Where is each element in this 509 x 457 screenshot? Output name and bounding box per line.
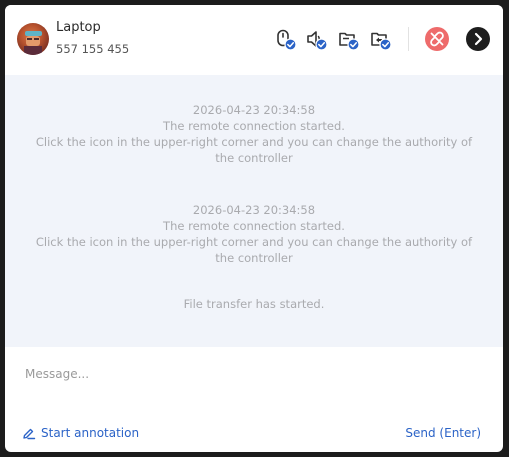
collapse-button[interactable] [466,27,490,51]
chevron-right-icon [474,32,483,46]
log-text: The remote connection started. [163,219,345,233]
message-input[interactable] [15,363,503,385]
start-annotation-label: Start annotation [41,426,140,440]
log-entry-file-transfer: File transfer has started. [183,297,325,311]
send-button[interactable]: Send (Enter) [405,424,481,442]
log-timestamp: 2026-04-23 20:34:58 [192,103,316,117]
avatar-image [24,31,42,55]
log-text: The remote connection started. [163,119,345,133]
device-id: 557 155 455 [56,42,130,56]
chat-panel: Laptop 557 155 455 2026-04-23 20:34:58 T… [5,5,503,452]
permission-mouse-icon[interactable] [275,29,297,51]
disconnect-button[interactable] [425,27,449,51]
log-text: Click the icon in the upper-right corner… [35,235,473,249]
log-entry: 2026-04-23 20:34:58 The remote connectio… [29,102,479,166]
permission-file-icon[interactable] [370,29,392,51]
log-timestamp: 2026-04-23 20:34:58 [192,203,316,217]
message-log: 2026-04-23 20:34:58 The remote connectio… [5,75,503,347]
log-entry: 2026-04-23 20:34:58 The remote connectio… [29,202,479,266]
log-text: the controller [215,251,293,265]
permission-sound-icon[interactable] [306,29,328,51]
disconnect-icon [430,31,444,47]
permission-clipboard-icon[interactable] [338,29,360,51]
log-text: the controller [215,151,293,165]
avatar [17,23,49,55]
header-divider [408,27,409,51]
device-name: Laptop [56,20,101,35]
header: Laptop 557 155 455 [5,5,503,75]
pen-icon [23,428,36,440]
start-annotation-button[interactable]: Start annotation [22,424,139,442]
log-text: Click the icon in the upper-right corner… [35,135,473,149]
